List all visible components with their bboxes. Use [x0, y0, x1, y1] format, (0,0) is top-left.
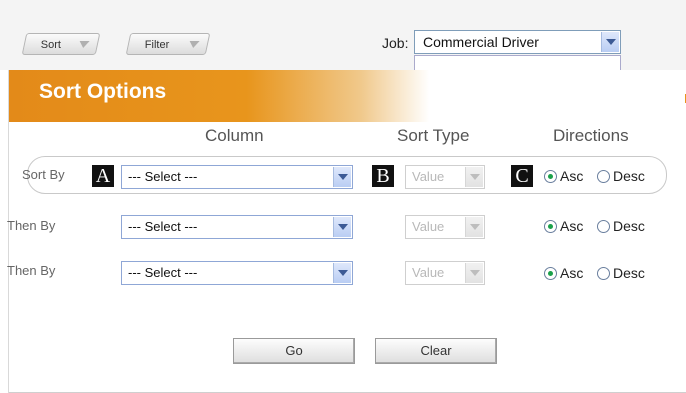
row-label: Sort By: [22, 167, 65, 182]
dialog-header: Sort Options: [9, 70, 686, 122]
sort-type-header: Sort Type: [397, 126, 470, 145]
directions-header: Directions: [553, 126, 629, 145]
column-select[interactable]: --- Select ---: [121, 261, 353, 285]
callout-b: B: [372, 165, 394, 187]
callout-a: A: [92, 165, 114, 187]
desc-radio[interactable]: [597, 220, 610, 233]
filter-button-label: Filter: [144, 39, 170, 51]
dropdown-arrow-icon[interactable]: [465, 217, 483, 237]
callout-c: C: [511, 165, 533, 187]
sort-button-label: Sort: [40, 39, 61, 51]
desc-label: Desc: [613, 265, 645, 281]
job-label: Job:: [382, 35, 409, 51]
job-select[interactable]: Commercial Driver: [414, 30, 621, 54]
dropdown-arrow-icon[interactable]: [601, 32, 619, 52]
desc-label: Desc: [613, 218, 645, 234]
asc-radio[interactable]: [544, 267, 557, 280]
sort-type-select[interactable]: Value: [405, 215, 485, 239]
desc-radio[interactable]: [597, 267, 610, 280]
dropdown-arrow-icon[interactable]: [333, 167, 351, 187]
column-select-value: --- Select ---: [128, 265, 198, 280]
column-select[interactable]: --- Select ---: [121, 165, 353, 189]
job-select-value: Commercial Driver: [423, 34, 539, 50]
dropdown-arrow-icon[interactable]: [333, 263, 351, 283]
dialog-title: Sort Options: [39, 80, 167, 103]
dropdown-arrow-icon[interactable]: [465, 167, 483, 187]
sort-button[interactable]: Sort: [21, 33, 101, 55]
sort-type-select[interactable]: Value: [405, 165, 485, 189]
sort-type-value: Value: [412, 169, 445, 184]
go-button[interactable]: Go: [233, 338, 355, 364]
dropdown-arrow-icon[interactable]: [333, 217, 351, 237]
obscured-select: [414, 55, 621, 70]
chevron-down-icon: [78, 41, 90, 48]
desc-radio[interactable]: [597, 170, 610, 183]
dropdown-arrow-icon[interactable]: [465, 263, 483, 283]
asc-radio[interactable]: [544, 170, 557, 183]
sort-type-value: Value: [412, 265, 445, 280]
row-label: Then By: [7, 218, 56, 233]
asc-label: Asc: [560, 218, 584, 234]
column-select[interactable]: --- Select ---: [121, 215, 353, 239]
asc-label: Asc: [560, 168, 584, 184]
sort-type-select[interactable]: Value: [405, 261, 485, 285]
row-label: Then By: [7, 263, 56, 278]
desc-label: Desc: [613, 168, 645, 184]
asc-radio[interactable]: [544, 220, 557, 233]
chevron-down-icon: [188, 41, 200, 48]
asc-label: Asc: [560, 265, 584, 281]
column-select-value: --- Select ---: [128, 219, 198, 234]
sort-type-value: Value: [412, 219, 445, 234]
clear-button[interactable]: Clear: [375, 338, 497, 364]
sort-options-dialog: Sort Options Column Sort Type Directions…: [7, 70, 686, 393]
column-header: Column: [205, 126, 264, 145]
filter-button[interactable]: Filter: [125, 33, 211, 55]
column-select-value: --- Select ---: [128, 169, 198, 184]
